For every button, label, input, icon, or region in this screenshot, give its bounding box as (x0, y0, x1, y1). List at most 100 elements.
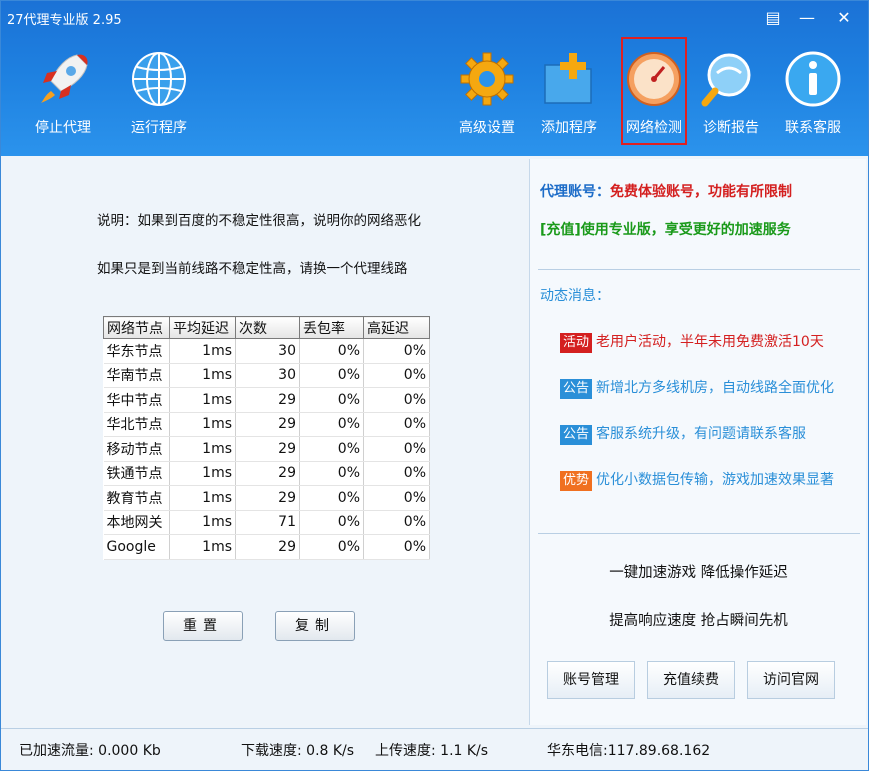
description-line-2: 如果只是到当前线路不稳定性高，请换一个代理线路 (97, 261, 408, 277)
table-cell: 0% (299, 510, 364, 535)
table-cell: 教育节点 (103, 485, 170, 511)
table-cell: 华北节点 (103, 412, 170, 437)
stop-proxy-label: 停止代理 (35, 120, 91, 136)
column-header[interactable]: 次数 (235, 316, 300, 339)
table-cell: 移动节点 (103, 436, 170, 462)
news-tag-badge: 优势 (560, 471, 593, 491)
news-text: 新增北方多线机房，自动线路全面优化 (596, 380, 835, 396)
table-cell: 0% (363, 510, 430, 535)
contact-support-button[interactable]: 联系客服 (773, 49, 853, 137)
add-program-label: 添加程序 (541, 120, 597, 136)
recharge-button[interactable]: 充值续费 (647, 661, 735, 699)
table-cell: 1ms (169, 412, 236, 437)
account-label: 代理账号： (540, 184, 610, 200)
table-cell: 1ms (169, 461, 236, 486)
table-cell: 1ms (169, 387, 236, 413)
news-item[interactable]: 活动 老用户活动，半年未用免费激活10天 (560, 331, 824, 353)
table-cell: 71 (235, 510, 300, 535)
table-cell: 1ms (169, 485, 236, 511)
table-row[interactable]: 移动节点 1ms 29 0% 0% (103, 436, 430, 462)
stop-proxy-button[interactable]: 停止代理 (23, 49, 103, 137)
add-folder-icon (544, 53, 592, 104)
minimize-button[interactable]: — (792, 5, 822, 31)
table-cell: 30 (235, 338, 300, 364)
status-bar: 已加速流量: 0.000 Kb 下载速度: 0.8 K/s 上传速度: 1.1 … (1, 728, 868, 770)
column-header[interactable]: 高延迟 (363, 316, 430, 339)
table-cell: 29 (235, 412, 300, 437)
table-cell: 29 (235, 485, 300, 511)
close-button[interactable]: ✕ (829, 5, 859, 31)
rocket-icon (41, 54, 88, 103)
table-cell: 1ms (169, 510, 236, 535)
run-program-label: 运行程序 (131, 120, 187, 136)
table-cell: 30 (235, 363, 300, 388)
table-cell: 本地网关 (103, 510, 170, 535)
news-item[interactable]: 公告 客服系统升级，有问题请联系客服 (560, 423, 806, 445)
table-cell: 华南节点 (103, 363, 170, 388)
column-header[interactable]: 平均延迟 (169, 316, 236, 339)
table-cell: 0% (363, 363, 430, 388)
account-management-button[interactable]: 账号管理 (547, 661, 635, 699)
description-line-1: 说明：如果到百度的不稳定性很高，说明你的网络恶化 (97, 213, 421, 229)
copy-button[interactable]: 复制 (275, 611, 355, 641)
table-row[interactable]: 本地网关 1ms 71 0% 0% (103, 510, 430, 535)
table-cell: 0% (363, 387, 430, 413)
divider (538, 533, 860, 534)
table-cell: 0% (363, 412, 430, 437)
table-cell: 1ms (169, 534, 236, 560)
table-header-row: 网络节点 平均延迟 次数 丢包率 高延迟 (103, 316, 430, 339)
news-text: 客服系统升级，有问题请联系客服 (596, 426, 807, 442)
account-info: 代理账号：免费体验账号，功能有所限制 (540, 181, 792, 201)
speedometer-icon (627, 52, 681, 106)
column-header[interactable]: 丢包率 (299, 316, 364, 339)
app-window: 27代理专业版 2.95 ▤ — ✕ 停止代理 运行程序 高级设置 添加程序 网… (0, 0, 869, 771)
table-row[interactable]: 华中节点 1ms 29 0% 0% (103, 387, 430, 413)
news-tag-badge: 公告 (560, 379, 593, 399)
run-program-button[interactable]: 运行程序 (119, 49, 199, 137)
add-program-button[interactable]: 添加程序 (529, 49, 609, 137)
table-row[interactable]: 铁通节点 1ms 29 0% 0% (103, 461, 430, 486)
news-text: 老用户活动，半年未用免费激活10天 (596, 334, 824, 350)
line-info: 华东电信:117.89.68.162 (547, 743, 711, 759)
info-icon (785, 51, 841, 107)
diagnosis-report-label: 诊断报告 (703, 120, 759, 136)
news-tag-badge: 活动 (560, 333, 593, 353)
table-cell: 1ms (169, 338, 236, 364)
table-cell: 0% (299, 338, 364, 364)
network-check-button[interactable]: 网络检测 (621, 37, 687, 145)
globe-icon (132, 52, 186, 106)
table-cell: 1ms (169, 363, 236, 388)
table-cell: 29 (235, 534, 300, 560)
column-header[interactable]: 网络节点 (103, 316, 170, 339)
network-check-label: 网络检测 (626, 120, 682, 136)
reset-button[interactable]: 重置 (163, 611, 243, 641)
table-row[interactable]: 教育节点 1ms 29 0% 0% (103, 485, 430, 511)
table-cell: 0% (363, 461, 430, 486)
table-cell: 0% (299, 412, 364, 437)
table-cell: 0% (299, 363, 364, 388)
account-value: 免费体验账号，功能有所限制 (610, 184, 792, 200)
table-cell: Google (103, 534, 170, 560)
news-title: 动态消息： (540, 288, 610, 304)
visit-website-button[interactable]: 访问官网 (747, 661, 835, 699)
table-row[interactable]: 华东节点 1ms 30 0% 0% (103, 338, 430, 364)
table-cell: 0% (363, 338, 430, 364)
magnifier-icon (701, 53, 751, 107)
table-cell: 0% (363, 436, 430, 462)
news-item[interactable]: 优势 优化小数据包传输，游戏加速效果显著 (560, 469, 834, 491)
contact-support-label: 联系客服 (785, 120, 841, 136)
table-cell: 铁通节点 (103, 461, 170, 486)
table-row[interactable]: Google 1ms 29 0% 0% (103, 534, 430, 560)
diagnosis-report-button[interactable]: 诊断报告 (691, 49, 771, 137)
recharge-link[interactable]: [充值]使用专业版，享受更好的加速服务 (540, 219, 791, 239)
gear-icon (460, 52, 514, 106)
advanced-settings-button[interactable]: 高级设置 (447, 49, 527, 137)
table-row[interactable]: 华北节点 1ms 29 0% 0% (103, 412, 430, 437)
menu-icon[interactable]: ▤ (758, 5, 788, 31)
promo-line-2: 提高响应速度 抢占瞬间先机 (609, 613, 788, 629)
table-cell: 29 (235, 387, 300, 413)
table-cell: 0% (299, 387, 364, 413)
news-item[interactable]: 公告 新增北方多线机房，自动线路全面优化 (560, 377, 834, 399)
table-cell: 华中节点 (103, 387, 170, 413)
table-row[interactable]: 华南节点 1ms 30 0% 0% (103, 363, 430, 388)
